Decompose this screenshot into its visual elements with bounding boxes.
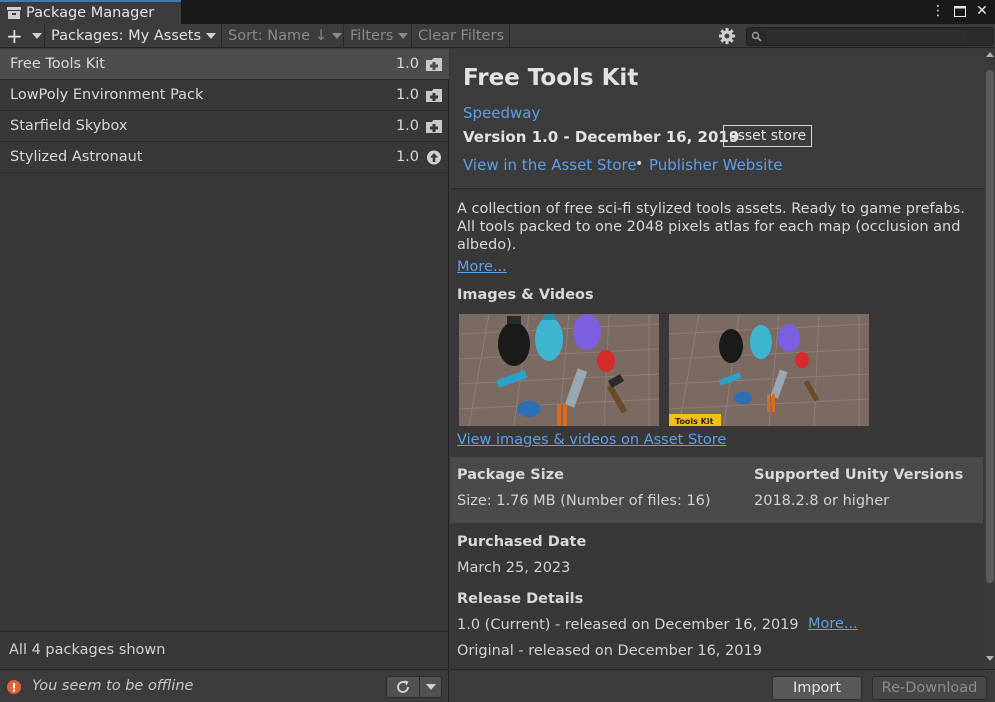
more-options-icon[interactable]: ⋮ [931,2,945,20]
package-name: Free Tools Kit [10,56,105,72]
sort-dropdown-label: Sort: Name [228,27,310,44]
list-status-bar: All 4 packages shown [0,631,449,669]
publisher-website-link[interactable]: Publisher Website [649,156,782,174]
window-title: Package Manager [26,5,155,21]
sort-arrow-icon: ↓ [315,27,328,44]
package-size-section: Package Size Size: 1.76 MB (Number of fi… [450,457,983,523]
package-icon [7,7,21,19]
package-details: Free Tools Kit Speedway Version 1.0 - De… [450,49,995,669]
package-name: LowPoly Environment Pack [10,87,204,103]
search-field[interactable] [767,30,967,43]
clear-filters-label: Clear Filters [418,27,504,44]
thumbnail-caption: Tools Kit [675,417,714,426]
refresh-icon [397,680,409,693]
maximize-icon[interactable] [953,2,967,20]
scroll-down-icon[interactable] [986,656,994,661]
package-version: 1.0 [395,149,419,165]
package-version: 1.0 [395,56,419,72]
package-version: 1.0 [395,118,419,134]
author-link[interactable]: Speedway [463,104,540,122]
package-description: A collection of free sci-fi stylized too… [457,201,965,253]
scroll-up-icon[interactable] [986,52,994,57]
refresh-button[interactable] [386,676,420,698]
offline-message: You seem to be offline [32,678,194,694]
list-item[interactable]: Free Tools Kit 1.0 [0,49,449,80]
package-name: Starfield Skybox [10,118,128,134]
asset-store-link[interactable]: View in the Asset Store [463,156,637,174]
package-size-label: Package Size [457,467,564,483]
warning-icon [7,680,21,694]
search-input[interactable] [746,27,994,46]
version-text: Version 1.0 - December 16, 2019 [463,128,740,146]
details-header: Free Tools Kit Speedway Version 1.0 - De… [450,49,984,189]
purchased-date-value: March 25, 2023 [457,560,571,576]
import-icon [426,120,442,133]
release-current-text: 1.0 (Current) - released on December 16,… [457,617,799,633]
screenshot-thumbnail[interactable]: Tools Kit [669,314,869,426]
close-icon[interactable]: ✕ [975,2,989,20]
sort-dropdown[interactable]: Sort: Name ↓ [222,23,344,48]
redownload-button[interactable]: Re-Download [872,676,987,700]
package-name: Stylized Astronaut [10,149,143,165]
release-original-text: Original - released on December 16, 2019 [457,643,762,659]
packages-count-text: All 4 packages shown [9,642,166,658]
package-version: 1.0 [395,87,419,103]
filters-dropdown-label: Filters [350,27,394,44]
window-tab[interactable]: Package Manager [0,0,181,24]
clear-filters-button[interactable]: Clear Filters [412,23,510,48]
screenshot-thumbnail[interactable] [459,314,659,426]
filters-dropdown[interactable]: Filters [344,23,412,48]
images-heading: Images & Videos [457,287,594,303]
refresh-options-dropdown[interactable] [420,676,442,698]
release-more-link[interactable]: More... [808,616,858,632]
chevron-down-icon [206,32,217,39]
chevron-down-icon [31,32,42,39]
title-bar: Package Manager ⋮ ✕ [0,0,995,24]
chevron-down-icon [398,32,409,39]
package-list: Free Tools Kit 1.0 LowPoly Environment P… [0,49,449,631]
unity-versions-label: Supported Unity Versions [754,467,964,483]
details-action-bar: Import Re-Download [450,669,995,702]
release-details-label: Release Details [457,591,584,607]
page-title: Free Tools Kit [463,65,639,91]
package-size-value: Size: 1.76 MB (Number of files: 16) [457,493,711,509]
description-more-link[interactable]: More... [457,259,507,275]
chevron-down-icon [425,684,436,690]
chevron-down-icon [332,32,343,39]
import-button[interactable]: Import [772,676,862,700]
images-videos-link[interactable]: View images & videos on Asset Store [457,432,726,448]
toolbar: + Packages: My Assets Sort: Name ↓ Filte… [0,23,995,48]
link-separator: • [635,156,644,172]
list-item[interactable]: Stylized Astronaut 1.0 [0,142,449,173]
packages-dropdown-label: Packages: My Assets [51,27,202,44]
purchased-date-label: Purchased Date [457,534,587,550]
scrollbar-thumb[interactable] [986,70,994,583]
update-icon [427,150,441,165]
import-icon [426,58,442,71]
list-item[interactable]: LowPoly Environment Pack 1.0 [0,80,449,111]
unity-versions-value: 2018.2.8 or higher [754,493,890,509]
packages-dropdown[interactable]: Packages: My Assets [45,23,222,48]
add-package-button[interactable]: + [0,23,45,48]
import-icon [426,89,442,102]
gear-icon[interactable] [718,27,736,45]
plus-icon: + [6,23,23,48]
source-badge: asset store [723,125,813,147]
offline-bar: You seem to be offline [0,669,449,702]
search-icon [751,31,762,42]
list-item[interactable]: Starfield Skybox 1.0 [0,111,449,142]
